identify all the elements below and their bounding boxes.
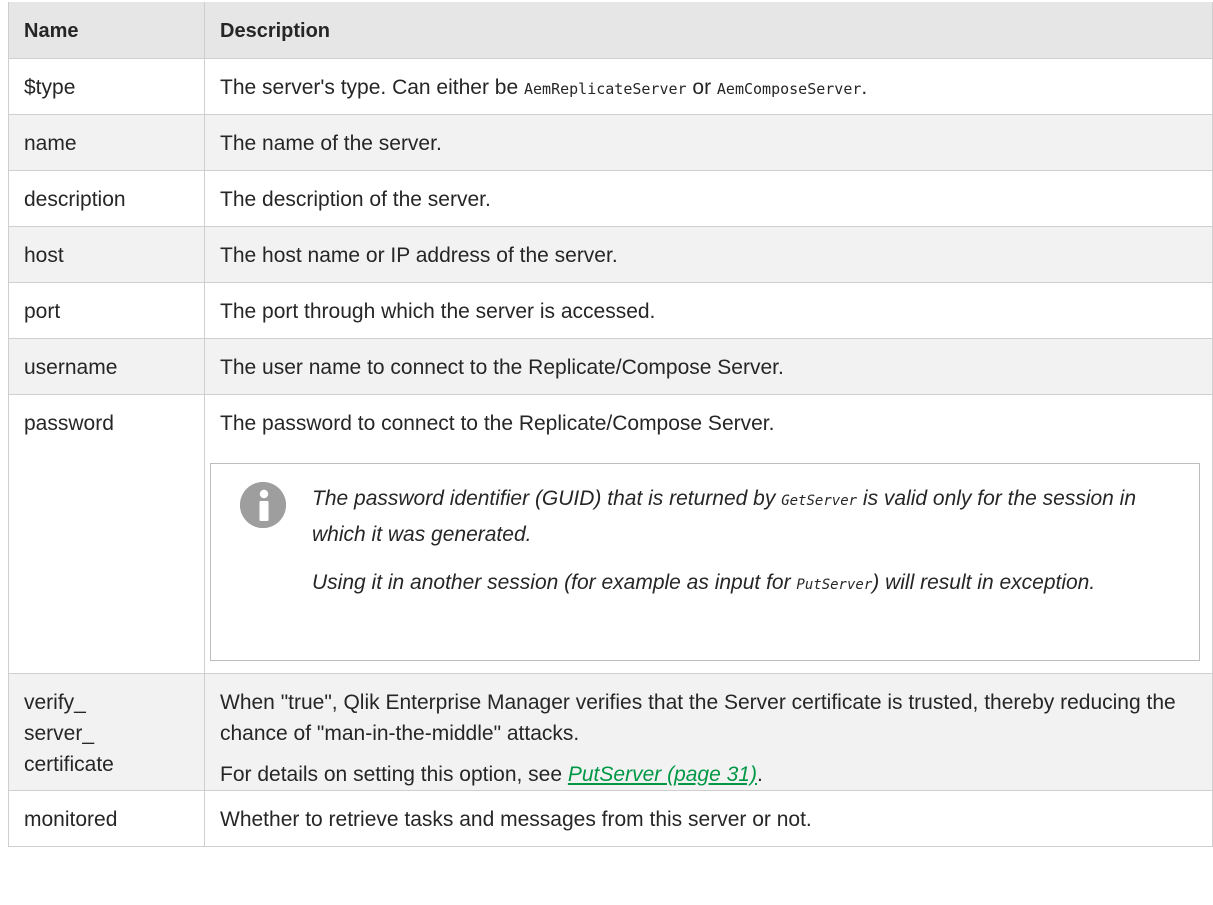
- param-description: The description of the server.: [204, 169, 1213, 227]
- param-name-line: certificate: [24, 752, 114, 776]
- description-text: .: [861, 75, 868, 99]
- table-row: host The host name or IP address of the …: [8, 225, 1213, 283]
- table-row: username The user name to connect to the…: [8, 337, 1213, 395]
- param-description: When "true", Qlik Enterprise Manager ver…: [204, 672, 1213, 791]
- code-aem-replicate-server: AemReplicateServer: [524, 79, 687, 98]
- info-icon: [240, 481, 286, 528]
- column-header-name: Name: [8, 2, 205, 59]
- param-description: The host name or IP address of the serve…: [204, 225, 1213, 283]
- param-name: monitored: [8, 789, 205, 847]
- putserver-link[interactable]: PutServer (page 31): [568, 763, 757, 786]
- param-name: description: [8, 169, 205, 227]
- note-box: The password identifier (GUID) that is r…: [210, 462, 1200, 661]
- param-name: password: [8, 393, 205, 674]
- details-text: For details on setting this option, see: [220, 762, 568, 786]
- description-text: The server's type. Can either be: [220, 75, 524, 99]
- param-description: The name of the server.: [204, 113, 1213, 171]
- code-put-server: PutServer: [796, 576, 873, 593]
- table-row: monitored Whether to retrieve tasks and …: [8, 789, 1213, 847]
- parameters-table: Name Description $type The server's type…: [8, 2, 1213, 847]
- code-get-server: GetServer: [781, 492, 858, 509]
- description-text: The password to connect to the Replicate…: [220, 411, 775, 435]
- param-description: Whether to retrieve tasks and messages f…: [204, 789, 1213, 847]
- param-description: The port through which the server is acc…: [204, 281, 1213, 339]
- param-description: The password to connect to the Replicate…: [204, 393, 1213, 674]
- table-row: description The description of the serve…: [8, 169, 1213, 227]
- param-name: name: [8, 113, 205, 171]
- details-text: .: [756, 762, 763, 786]
- details-paragraph: For details on setting this option, see …: [220, 759, 1200, 790]
- param-name: port: [8, 281, 205, 339]
- table-row: $type The server's type. Can either be A…: [8, 57, 1213, 115]
- param-name: host: [8, 225, 205, 283]
- param-name-line: verify_: [24, 690, 86, 714]
- description-text: or: [686, 75, 717, 99]
- note-text: ) will result in exception.: [872, 570, 1096, 594]
- table-row: port The port through which the server i…: [8, 281, 1213, 339]
- table-row: password The password to connect to the …: [8, 393, 1213, 674]
- param-name: $type: [8, 57, 205, 115]
- param-name: verify_ server_ certificate: [8, 672, 205, 791]
- code-aem-compose-server: AemComposeServer: [716, 79, 862, 98]
- table-header-row: Name Description: [8, 2, 1213, 59]
- param-name: username: [8, 337, 205, 395]
- note-text: The password identifier (GUID) that is r…: [312, 486, 782, 510]
- column-header-description: Description: [204, 2, 1213, 59]
- table-row: verify_ server_ certificate When "true", Q…: [8, 672, 1213, 791]
- param-description: The user name to connect to the Replicat…: [204, 337, 1213, 395]
- note-text: Using it in another session (for example…: [312, 570, 797, 594]
- note-paragraph: Using it in another session (for example…: [312, 566, 1179, 602]
- table-row: name The name of the server.: [8, 113, 1213, 171]
- param-name-line: server_: [24, 721, 95, 745]
- param-description: The server's type. Can either be AemRepl…: [204, 57, 1213, 115]
- description-text: When "true", Qlik Enterprise Manager ver…: [220, 690, 1176, 745]
- note-paragraph: The password identifier (GUID) that is r…: [312, 482, 1179, 552]
